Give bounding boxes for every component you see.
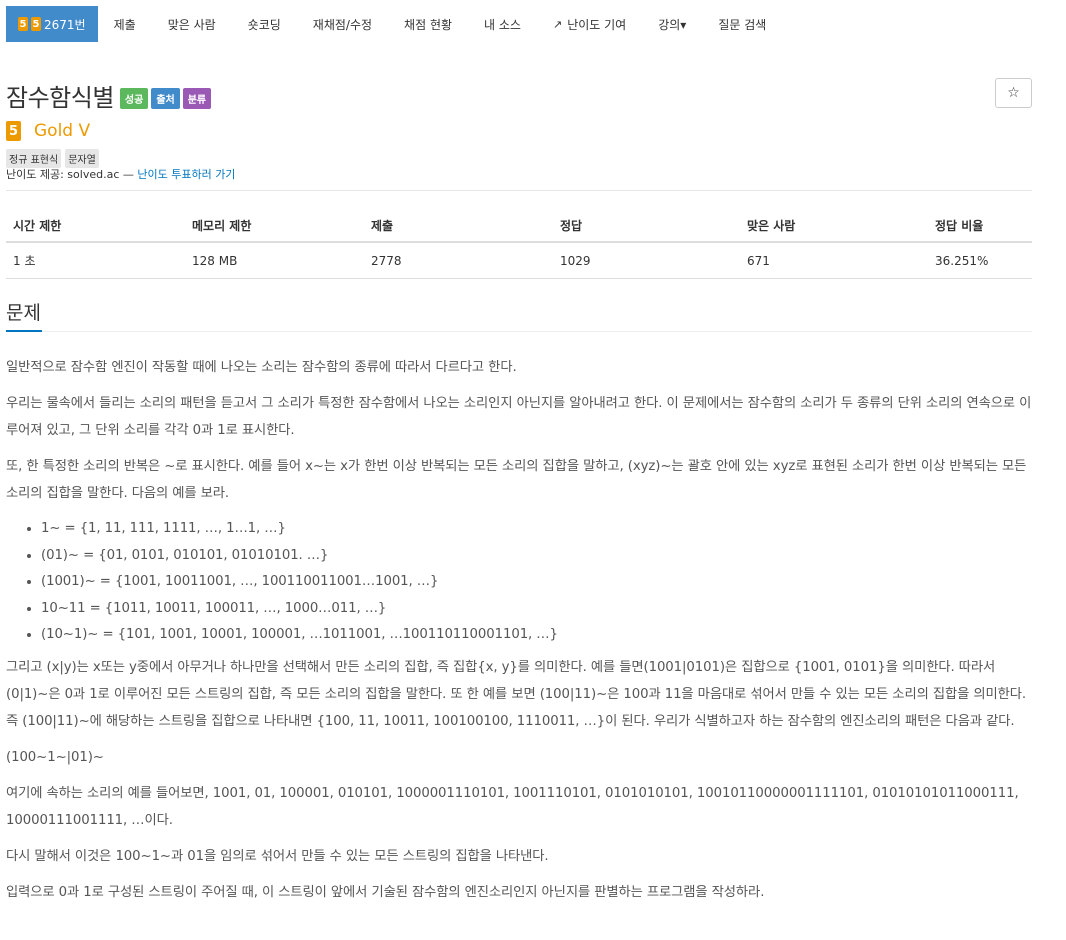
table-row: 1 초 128 MB 2778 1029 671 36.251% bbox=[6, 242, 1032, 279]
star-icon: ☆ bbox=[1007, 85, 1020, 101]
nav-problem-number-label: 2671번 bbox=[44, 17, 86, 32]
nav-problem-number[interactable]: 5 5 2671번 bbox=[6, 6, 98, 42]
section-heading-underline bbox=[6, 330, 42, 332]
nav-submit[interactable]: 제출 bbox=[98, 6, 152, 42]
header-memory-limit: 메모리 제한 bbox=[185, 208, 364, 243]
description-paragraph: 여기에 속하는 소리의 예를 들어보면, 1001, 01, 100001, 0… bbox=[6, 785, 1019, 828]
nav-my-source[interactable]: 내 소스 bbox=[468, 6, 537, 42]
description-paragraph: 우리는 물속에서 들리는 소리의 패턴을 듣고서 그 소리가 특정한 잠수함에서… bbox=[6, 396, 1032, 438]
header-submissions: 제출 bbox=[364, 208, 553, 243]
nav-difficulty-contribute[interactable]: ↗ 난이도 기여 bbox=[537, 6, 642, 42]
problem-description: 일반적으로 잠수함 엔진이 작동할 때에 나오는 소리는 잠수함의 종류에 따라… bbox=[6, 354, 1032, 915]
header-time-limit: 시간 제한 bbox=[6, 208, 185, 243]
vote-difficulty-link[interactable]: 난이도 투표하러 가기 bbox=[137, 168, 235, 181]
header-solved-users: 맞은 사람 bbox=[740, 208, 928, 243]
section-divider bbox=[6, 331, 1032, 332]
solved-users-value: 671 bbox=[740, 242, 928, 279]
list-item: 1~ = {1, 11, 111, 1111, …, 1…1, …} bbox=[41, 516, 1032, 543]
tier-badge-icon-2: 5 bbox=[31, 17, 41, 31]
tier-badge-icon: 5 bbox=[18, 17, 28, 31]
memory-limit-value: 128 MB bbox=[185, 242, 364, 279]
stats-header-row: 시간 제한 메모리 제한 제출 정답 맞은 사람 정답 비율 bbox=[6, 208, 1032, 243]
list-item: (1001)~ = {1001, 10011001, …, 1001100110… bbox=[41, 569, 1032, 596]
label-category[interactable]: 분류 bbox=[182, 88, 212, 109]
list-item: (01)~ = {01, 0101, 010101, 01010101. …} bbox=[41, 543, 1032, 570]
description-paragraph: 또, 한 특정한 소리의 반복은 ~로 표시한다. 예를 들어 x~는 x가 한… bbox=[6, 459, 1027, 501]
description-paragraph: 일반적으로 잠수함 엔진이 작동할 때에 나오는 소리는 잠수함의 종류에 따라… bbox=[6, 360, 517, 375]
nav-status[interactable]: 채점 현황 bbox=[388, 6, 468, 42]
list-item: 10~11 = {1011, 10011, 100011, …, 1000…01… bbox=[41, 596, 1032, 623]
description-paragraph: 입력으로 0과 1로 구성된 스트링이 주어질 때, 이 스트링이 앞에서 기술… bbox=[6, 884, 765, 900]
header-accepted: 정답 bbox=[553, 208, 740, 243]
label-source[interactable]: 출처 bbox=[151, 88, 180, 109]
nav-rejudge[interactable]: 재채점/수정 bbox=[297, 6, 388, 42]
submissions-value: 2778 bbox=[364, 242, 553, 279]
time-limit-value: 1 초 bbox=[6, 242, 185, 279]
external-link-icon: ↗ bbox=[552, 17, 563, 31]
nav-lecture-dropdown[interactable]: 강의▾ bbox=[642, 6, 702, 42]
divider bbox=[6, 190, 1032, 191]
problem-nav: 5 5 2671번 제출 맞은 사람 숏코딩 재채점/수정 채점 현황 내 소스… bbox=[6, 6, 1032, 42]
description-paragraph: 다시 말해서 이것은 100~1~과 01을 임의로 섞어서 만들 수 있는 모… bbox=[6, 848, 549, 864]
credit-text: 난이도 제공: solved.ac — bbox=[6, 168, 138, 181]
list-item: (10~1)~ = {101, 1001, 10001, 100001, …10… bbox=[41, 622, 1032, 649]
difficulty-credit: 난이도 제공: solved.ac — 난이도 투표하러 가기 bbox=[6, 166, 235, 182]
nav-question-search[interactable]: 질문 검색 bbox=[702, 6, 782, 42]
header-accept-ratio: 정답 비율 bbox=[928, 208, 1032, 243]
nav-short-coding[interactable]: 숏코딩 bbox=[232, 6, 297, 42]
description-paragraph: 그리고 (x|y)는 x또는 y중에서 아무거나 하나만을 선택해서 만든 소리… bbox=[6, 659, 1027, 729]
tier-name: Gold V bbox=[34, 121, 91, 141]
description-paragraph: (100~1~|01)~ bbox=[6, 749, 104, 765]
star-button[interactable]: ☆ bbox=[995, 78, 1032, 108]
example-list: 1~ = {1, 11, 111, 1111, …, 1…1, …} (01)~… bbox=[6, 516, 1032, 649]
problem-title: 잠수함식별 bbox=[6, 84, 114, 112]
nav-solved-users[interactable]: 맞은 사람 bbox=[152, 6, 232, 42]
problem-stats-table: 시간 제한 메모리 제한 제출 정답 맞은 사람 정답 비율 1 초 128 M… bbox=[6, 208, 1032, 279]
accepted-value: 1029 bbox=[553, 242, 740, 279]
tier-row: 5 Gold V bbox=[6, 121, 90, 141]
problem-header: 잠수함식별 성공 출처 분류 bbox=[6, 78, 214, 113]
nav-difficulty-label: 난이도 기여 bbox=[567, 17, 627, 32]
gold-tier-icon: 5 bbox=[6, 121, 21, 141]
label-success[interactable]: 성공 bbox=[119, 88, 149, 109]
accept-ratio-value: 36.251% bbox=[928, 242, 1032, 279]
section-heading-problem: 문제 bbox=[6, 302, 41, 324]
